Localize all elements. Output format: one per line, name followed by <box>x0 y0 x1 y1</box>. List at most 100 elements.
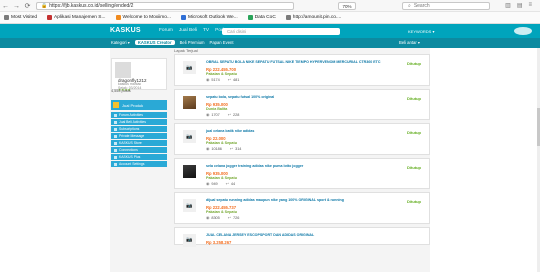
data-icon <box>247 15 253 20</box>
eye-icon: ◉ <box>206 112 210 117</box>
camera-icon: 📷 <box>183 61 196 74</box>
views-count: ◉ 8305 <box>206 216 220 221</box>
bookmark-amounit[interactable]: http://amounit.pin.co.... <box>285 15 341 20</box>
forward-button[interactable]: → <box>11 1 22 11</box>
sidebar-icon[interactable]: ▤ <box>517 2 523 9</box>
listing-category[interactable]: Pakaian & Sepatu <box>206 141 237 145</box>
listing-category[interactable]: Dunia Balita <box>206 107 227 111</box>
library-icon[interactable]: ▥ <box>505 2 511 9</box>
header-link-forum[interactable]: Forum <box>159 28 173 33</box>
listing-stats: ◉ 8305 ↩ 726 <box>206 215 239 220</box>
views-count: ◉ 949 <box>206 181 218 186</box>
replies-count: ↩ 726 <box>227 216 240 221</box>
status-badge: Ditutup <box>407 95 421 101</box>
buy-between-dropdown[interactable]: Beli antar ▾ <box>399 40 420 45</box>
camera-icon: 📷 <box>183 199 196 213</box>
outlook-icon <box>180 15 186 20</box>
status-badge: Ditutup <box>407 130 421 136</box>
listing-item[interactable]: 📷 jual celana batik nike adidas Rp 22.00… <box>174 123 430 155</box>
kaskus-creator-button[interactable]: KASKUS Creator <box>134 40 175 45</box>
listing-stats: ◉ 1707 ↩ 228 <box>206 112 239 117</box>
views-count: ◉ 1707 <box>206 112 220 117</box>
post-count: 4,555 posts <box>111 89 131 93</box>
listing-item[interactable]: 📷 dijual sepatu running adidas maupun ni… <box>174 192 430 224</box>
url-bar[interactable]: 🔒 https://fjb.kaskus.co.id/selling/ended… <box>36 2 294 10</box>
listing-heading: Lapak Terjual <box>174 48 198 53</box>
profile-avatar[interactable] <box>115 62 131 78</box>
listing-item[interactable]: sela celana jogger training adidas nike … <box>174 157 430 190</box>
sidebar-item-account-settings[interactable]: Account Settings <box>111 161 167 167</box>
browser-toolbar-icons: ▥ ▤ ≡ <box>505 2 532 9</box>
listing-stats: ◉ 10186 ↩ 314 <box>206 146 241 151</box>
camera-icon: 📷 <box>183 130 196 144</box>
bookmark-data-coc[interactable]: Data CoC <box>247 15 276 20</box>
reload-button[interactable]: ⟳ <box>22 1 33 11</box>
zoom-level[interactable]: 70% <box>338 2 356 10</box>
search-icon: ⌕ <box>408 3 411 9</box>
listing-category[interactable]: Pakaian & Sepatu <box>206 210 237 214</box>
status-badge: Ditutup <box>407 61 421 66</box>
bookmark-most-visited[interactable]: Most Visited <box>4 15 37 20</box>
reply-icon: ↩ <box>229 147 234 152</box>
bookmark-welcome[interactable]: Welcome to Moxiimo... <box>115 15 171 20</box>
listing-item[interactable]: 📷 OBRAL SEPATU BOLA NIKE SEPATU FUTSAL N… <box>174 54 430 86</box>
jual-produk-button[interactable]: Jual Produk <box>111 100 167 110</box>
listing-title[interactable]: JUAL CELANA JERSEY ESCOPSPORT DAN ADIDAS… <box>206 233 396 237</box>
user-avatar[interactable] <box>514 27 532 35</box>
listing-title[interactable]: jual celana batik nike adidas <box>206 129 396 133</box>
sidebar-item-jual-beli-activities[interactable]: Jual Beli Activities <box>111 119 167 125</box>
replies-count: ↩ 314 <box>229 147 242 152</box>
gear-icon <box>4 15 9 20</box>
keywords-dropdown[interactable]: KEYWORDS ▾ <box>408 29 434 34</box>
sidebar-item-forum-activities[interactable]: Forum Activities <box>111 112 167 118</box>
profile-card: dragonfly1212 kaskus maniac Sejak: 03/20… <box>111 58 167 92</box>
listing-title[interactable]: dijual sepatu running adidas maupun nike… <box>206 198 396 202</box>
app-icon <box>47 15 53 20</box>
listing-category[interactable]: Pakaian & Sepatu <box>206 176 237 180</box>
kaskus-logo[interactable]: KASKUS <box>110 27 141 34</box>
ended-listings: Lapak Terjual 📷 OBRAL SEPATU BOLA NIKE S… <box>174 48 430 272</box>
reply-icon: ↩ <box>227 216 231 221</box>
page-icon <box>115 15 121 20</box>
product-image[interactable] <box>183 164 196 178</box>
listing-title[interactable]: sepatu bola, sepatu futsal 100% original <box>206 95 396 99</box>
listing-category[interactable]: Pakaian & Sepatu <box>206 72 237 76</box>
menu-icon[interactable]: ≡ <box>528 2 532 9</box>
listing-price: Rp 3.258.267 <box>206 239 232 245</box>
listing-title[interactable]: sela celana jogger training adidas nike … <box>206 164 396 168</box>
product-image[interactable] <box>183 95 196 109</box>
listing-stats: ◉ 949 ↩ 44 <box>206 181 235 186</box>
eye-icon: ◉ <box>206 181 210 186</box>
papan-event-link[interactable]: Papan Event <box>210 40 234 45</box>
category-dropdown[interactable]: Kategori ▾ <box>111 40 130 45</box>
reply-icon: ↩ <box>227 78 231 82</box>
bookmarks-bar: Most Visited Aplikasi Manajemen S... Wel… <box>0 12 540 24</box>
browser-search-input[interactable]: ⌕ Search <box>402 2 490 10</box>
sidebar-item-subscriptions[interactable]: Subscriptions <box>111 126 167 132</box>
replies-count: ↩ 228 <box>227 112 240 117</box>
views-count: ◉ 10186 <box>206 147 222 152</box>
listing-title[interactable]: OBRAL SEPATU BOLA NIKE SEPATU FUTSAL NIK… <box>206 60 396 64</box>
listing-stats: ◉ 5174 ↩ 481 <box>206 77 239 82</box>
sidebar-item-private-message[interactable]: Private Message <box>111 133 167 139</box>
header-link-jual-beli[interactable]: Jual Beli <box>179 28 197 33</box>
lock-icon: 🔒 <box>41 3 48 9</box>
header-link-tv[interactable]: TV <box>203 28 209 33</box>
site-search-input[interactable]: Cari disini <box>222 28 340 35</box>
beli-premium-link[interactable]: Beli Premium <box>180 40 205 45</box>
sidebar-item-kaskus-store[interactable]: KASKUS Store <box>111 140 167 146</box>
replies-count: ↩ 44 <box>225 181 236 186</box>
link-icon <box>285 15 291 20</box>
listing-item[interactable]: 📷 JUAL CELANA JERSEY ESCOPSPORT DAN ADID… <box>174 226 430 247</box>
kaskus-header: KASKUS Forum Jual Beli TV Podcast Cari d… <box>0 24 540 38</box>
listing-items: 📷 OBRAL SEPATU BOLA NIKE SEPATU FUTSAL N… <box>174 54 430 248</box>
bookmark-aplikasi[interactable]: Aplikasi Manajemen S... <box>47 15 106 20</box>
bookmark-outlook[interactable]: Microsoft Outlook We... <box>180 15 238 20</box>
sidebar-item-kaskus-plus[interactable]: KASKUS Plus <box>111 154 167 160</box>
listing-item[interactable]: sepatu bola, sepatu futsal 100% original… <box>174 88 430 121</box>
eye-icon: ◉ <box>206 147 210 152</box>
browser-search-placeholder: Search <box>413 3 430 9</box>
left-sidebar: dragonfly1212 kaskus maniac Sejak: 03/20… <box>111 58 167 272</box>
sidebar-item-connections[interactable]: Connections <box>111 147 167 153</box>
back-button[interactable]: ← <box>0 1 11 11</box>
